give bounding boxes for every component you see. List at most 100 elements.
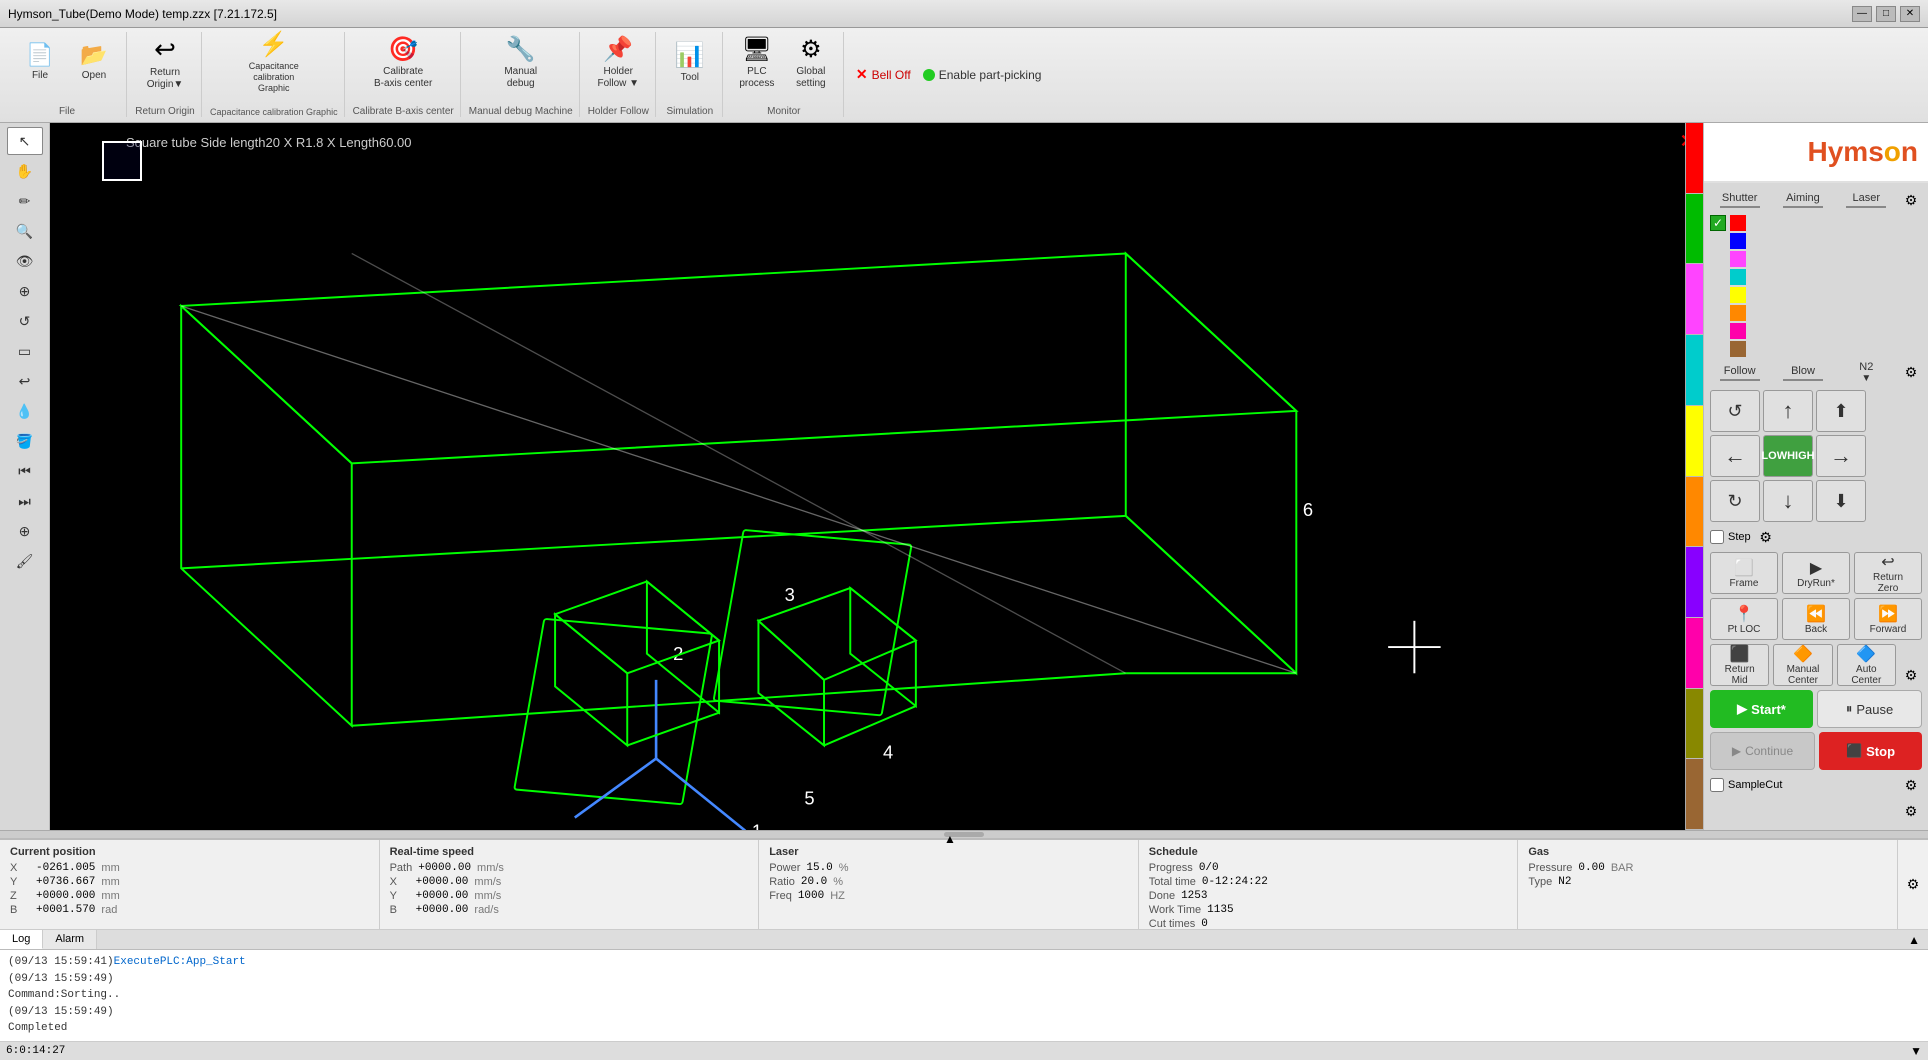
log-tab-log[interactable]: Log [0,930,43,949]
stop-button[interactable]: ⬛ Stop [1819,732,1922,770]
laser-toggle[interactable]: Laser [1837,192,1896,208]
divider-bar[interactable]: ▲ [0,830,1928,838]
palette-magenta[interactable] [1686,264,1703,335]
plc-button[interactable]: 🖥 PLCprocess [731,32,783,92]
calibrate-button[interactable]: 🎯 CalibrateB-axis center [368,32,438,92]
log-scroll-up[interactable]: ▲ [1900,930,1928,949]
open-button[interactable]: 📂 Open [68,32,120,92]
sample-cut-checkbox[interactable] [1710,778,1724,792]
panel-gear-button[interactable]: ⚙ [1900,800,1922,822]
move-tool[interactable]: ✋ [7,157,43,185]
swatch-orange2[interactable] [1730,305,1746,321]
back-button[interactable]: ⏪ Back [1782,598,1850,640]
log-link-1[interactable]: ExecutePLC:App_Start [114,956,246,968]
swatch-pink2[interactable] [1730,323,1746,339]
log-content: (09/13 15:59:41)ExecutePLC:App_Start (09… [0,950,1928,1041]
fill-tool[interactable]: 🪣 [7,427,43,455]
palette-green[interactable] [1686,194,1703,265]
auto-center-button[interactable]: 🔷 Auto Center [1837,644,1896,686]
nav-rotate-cw[interactable]: ↻ [1710,480,1760,522]
pen-tool[interactable]: ✏ [7,187,43,215]
rect-tool[interactable]: ▭ [7,337,43,365]
file-button[interactable]: 📄 File [14,32,66,92]
nav-rotate-ccw[interactable]: ↺ [1710,390,1760,432]
pos-z-unit: mm [101,890,119,902]
crosshair-tool[interactable]: ⊕ [7,517,43,545]
dryrun-button[interactable]: ▶ DryRun* [1782,552,1850,594]
nav-up-right[interactable]: ⬆ [1816,390,1866,432]
sample-settings-button[interactable]: ⚙ [1900,774,1922,796]
palette-red[interactable] [1686,123,1703,194]
blow-toggle[interactable]: Blow [1773,365,1832,381]
tool-button[interactable]: 📊 Tool [664,32,716,92]
nav-left[interactable]: ← [1710,435,1760,477]
nav-right[interactable]: → [1816,435,1866,477]
pt-loc-button[interactable]: 📍 Pt LOC [1710,598,1778,640]
speed-path-row: Path +0000.00 mm/s [390,862,749,874]
follow-toggle[interactable]: Follow [1710,365,1769,381]
return-zero-button[interactable]: ↩ Return Zero [1854,552,1922,594]
step-checkbox[interactable] [1710,530,1724,544]
schedule-totaltime-value: 0-12:24:22 [1202,876,1268,888]
next-tool[interactable]: ⏭ [7,487,43,515]
palette-violet[interactable] [1686,547,1703,618]
swatch-yellow2[interactable] [1730,287,1746,303]
wand-tool[interactable]: 🖌 [7,547,43,575]
center-settings-button[interactable]: ⚙ [1900,664,1922,686]
frame-button[interactable]: ⬜ Frame [1710,552,1778,594]
undo-tool[interactable]: ↩ [7,367,43,395]
pause-button[interactable]: ⏸ Pause [1817,690,1922,728]
shutter-toggle[interactable]: Shutter [1710,192,1769,208]
laser-active-indicator: ✓ [1710,215,1726,231]
minimize-button[interactable]: — [1852,6,1872,22]
prev-tool[interactable]: ⏮ [7,457,43,485]
enable-part-toggle[interactable]: Enable part-picking [923,68,1042,82]
palette-yellow[interactable] [1686,406,1703,477]
swatch-red[interactable] [1730,215,1746,231]
log-tab-alarm[interactable]: Alarm [43,930,97,949]
nav-up[interactable]: ↑ [1763,390,1813,432]
zoom-in-tool[interactable]: ⊕ [7,277,43,305]
palette-olive[interactable] [1686,689,1703,760]
close-button[interactable]: ✕ [1900,6,1920,22]
laser-settings-button[interactable]: ⚙ [1900,189,1922,211]
select-tool[interactable]: ↖ [7,127,43,155]
palette-orange[interactable] [1686,477,1703,548]
return-origin-button[interactable]: ↩ ReturnOrigin▼ [135,32,195,92]
swatch-brown2[interactable] [1730,341,1746,357]
capacitance-button[interactable]: ⚡ Capacitance calibrationGraphic [234,32,314,92]
swatch-blue[interactable] [1730,233,1746,249]
palette-brown[interactable] [1686,759,1703,830]
manual-debug-button[interactable]: 🔧 Manualdebug [495,32,547,92]
canvas-area: Square tube Side length20 X R1.8 X Lengt… [50,123,1703,830]
resize-handle[interactable]: ▲ [944,832,984,837]
palette-pink[interactable] [1686,618,1703,689]
step-settings-button[interactable]: ⚙ [1755,526,1777,548]
swatch-cyan2[interactable] [1730,269,1746,285]
start-button[interactable]: ▶ Start* [1710,690,1813,728]
rotate-tool[interactable]: ↺ [7,307,43,335]
bell-off-toggle[interactable]: ✕ Bell Off [856,66,911,83]
global-setting-button[interactable]: ⚙ Globalsetting [785,32,837,92]
forward-button[interactable]: ⏩ Forward [1854,598,1922,640]
nav-low-high[interactable]: LOW HIGH [1763,435,1813,477]
manual-center-button[interactable]: 🔶 Manual Center [1773,644,1832,686]
maximize-button[interactable]: □ [1876,6,1896,22]
palette-cyan[interactable] [1686,335,1703,406]
nav-down[interactable]: ↓ [1763,480,1813,522]
bottom-gear-button[interactable]: ⚙ [1902,874,1924,896]
swatch-magenta2[interactable] [1730,251,1746,267]
n2-settings-button[interactable]: ⚙ [1900,362,1922,384]
aiming-toggle[interactable]: Aiming [1773,192,1832,208]
log-scroll-down[interactable]: ▼ [1910,1044,1922,1058]
drop-tool[interactable]: 💧 [7,397,43,425]
sample-cut-row: SampleCut ⚙ [1710,774,1922,796]
pause-icon: ⏸ [1846,701,1853,717]
laser-ratio-value: 20.0 [801,876,827,888]
return-mid-button[interactable]: ⬛ Return Mid [1710,644,1769,686]
zoom-tool[interactable]: 🔍 [7,217,43,245]
holder-button[interactable]: 📌 HolderFollow ▼ [592,32,644,92]
n2-toggle[interactable]: N2 ▼ [1837,361,1896,384]
nav-down-right[interactable]: ⬇ [1816,480,1866,522]
eye-tool[interactable]: 👁 [7,247,43,275]
